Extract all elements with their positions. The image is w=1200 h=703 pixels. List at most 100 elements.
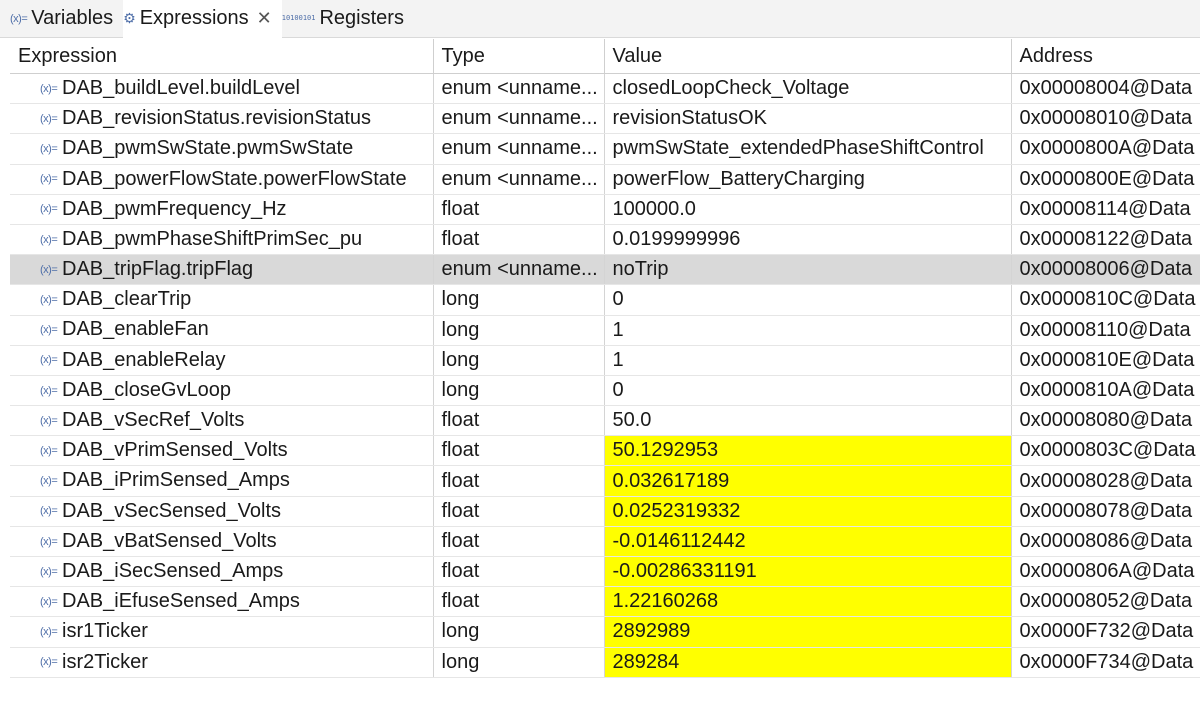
table-row[interactable]: (x)= DAB_vSecSensed_Volts float 0.025231933… <box>10 496 1200 527</box>
table-row[interactable]: (x)= DAB_pwmPhaseShiftPrimSec_pu float 0.01… <box>10 224 1200 256</box>
expression-cell[interactable]: (x)= DAB_vSecRef_Volts <box>10 405 434 437</box>
variable-icon: (x)= <box>40 384 58 397</box>
expression-cell[interactable]: (x)= DAB_pwmSwState.pwmSwState <box>10 133 434 165</box>
variable-icon: (x)= <box>40 143 58 156</box>
value-cell[interactable]: 50.0 <box>604 405 1012 437</box>
tab-label: Expressions <box>139 6 249 29</box>
expression-cell[interactable]: (x)= DAB_powerFlowState.powerFlowState <box>10 164 434 195</box>
table-row[interactable]: (x)= DAB_vPrimSensed_Volts float 50.1292953… <box>10 435 1200 467</box>
column-header-type[interactable]: Type <box>433 39 605 74</box>
value-cell[interactable]: 0.0199999996 <box>604 224 1012 256</box>
value-cell[interactable]: powerFlow_BatteryCharging <box>604 164 1012 195</box>
type-cell: enum <unname... <box>433 73 605 105</box>
expression-cell[interactable]: (x)= DAB_vSecSensed_Volts <box>10 496 434 527</box>
expression-cell[interactable]: (x)= DAB_tripFlag.tripFlag <box>10 254 434 286</box>
value-cell[interactable]: 0.0252319332 <box>604 496 1012 527</box>
value-cell[interactable]: revisionStatusOK <box>604 103 1012 135</box>
variable-icon: (x)= <box>40 444 58 457</box>
variable-icon: (x)= <box>40 294 58 307</box>
expression-cell[interactable]: (x)= DAB_iSecSensed_Amps <box>10 556 434 588</box>
address-cell: 0x0000803C@Data <box>1011 435 1200 467</box>
type-cell: long <box>433 315 605 346</box>
tab-expressions[interactable]: ⚙ Expressions ✕ <box>123 0 282 38</box>
value-cell[interactable]: 1.22160268 <box>604 586 1012 618</box>
value-cell[interactable]: 0 <box>604 375 1012 407</box>
value-cell[interactable]: 289284 <box>604 647 1012 678</box>
column-header-value[interactable]: Value <box>604 39 1012 74</box>
type-cell: enum <unname... <box>433 254 605 286</box>
table-row[interactable]: (x)= DAB_tripFlag.tripFlag enum <unname...… <box>10 254 1200 286</box>
expression-name: DAB_vPrimSensed_Volts <box>62 439 288 462</box>
expression-name: DAB_iEfuseSensed_Amps <box>62 590 300 613</box>
column-header-address[interactable]: Address <box>1011 39 1200 74</box>
value-cell[interactable]: 0 <box>604 284 1012 316</box>
table-row[interactable]: (x)= DAB_pwmFrequency_Hz float 100000.0 0x00… <box>10 194 1200 225</box>
expression-cell[interactable]: (x)= isr1Ticker <box>10 616 434 648</box>
expression-name: DAB_powerFlowState.powerFlowState <box>62 167 407 190</box>
table-row[interactable]: (x)= isr2Ticker long 289284 0x0000F734@Data <box>10 647 1200 678</box>
table-row[interactable]: (x)= DAB_iEfuseSensed_Amps float 1.22160268… <box>10 586 1200 618</box>
expression-cell[interactable]: (x)= DAB_vBatSensed_Volts <box>10 526 434 558</box>
type-cell: float <box>433 435 605 467</box>
value-cell[interactable]: 1 <box>604 345 1012 376</box>
value-cell[interactable]: 1 <box>604 315 1012 346</box>
variable-icon: (x)= <box>40 535 58 548</box>
value-cell[interactable]: -0.0146112442 <box>604 526 1012 558</box>
expression-cell[interactable]: (x)= DAB_enableFan <box>10 315 434 346</box>
value-cell[interactable]: noTrip <box>604 254 1012 286</box>
expression-name: DAB_enableFan <box>62 318 209 341</box>
expression-cell[interactable]: (x)= DAB_closeGvLoop <box>10 375 434 407</box>
expression-name: DAB_pwmSwState.pwmSwState <box>62 137 354 160</box>
tab-registers[interactable]: 10100101 Registers <box>282 0 414 37</box>
close-icon[interactable]: ✕ <box>257 8 272 29</box>
expression-cell[interactable]: (x)= DAB_pwmFrequency_Hz <box>10 194 434 225</box>
variable-icon: (x)= <box>40 263 58 276</box>
table-row[interactable]: (x)= DAB_vBatSensed_Volts float -0.01461124… <box>10 526 1200 558</box>
variable-icon: (x)= <box>40 595 58 608</box>
expression-name: DAB_revisionStatus.revisionStatus <box>62 107 372 130</box>
table-row[interactable]: (x)= DAB_iSecSensed_Amps float -0.002863311… <box>10 556 1200 588</box>
table-row[interactable]: (x)= DAB_buildLevel.buildLevel enum <unnam… <box>10 73 1200 105</box>
value-cell[interactable]: 2892989 <box>604 616 1012 648</box>
expression-cell[interactable]: (x)= DAB_enableRelay <box>10 345 434 376</box>
address-cell: 0x00008086@Data <box>1011 526 1200 558</box>
expression-cell[interactable]: (x)= DAB_vPrimSensed_Volts <box>10 435 434 467</box>
tab-variables[interactable]: (x)= Variables <box>10 0 123 37</box>
expression-cell[interactable]: (x)= DAB_pwmPhaseShiftPrimSec_pu <box>10 224 434 256</box>
expression-name: DAB_enableRelay <box>62 348 226 371</box>
table-row[interactable]: (x)= DAB_revisionStatus.revisionStatus enu… <box>10 103 1200 135</box>
table-row[interactable]: (x)= DAB_clearTrip long 0 0x0000810C@Data <box>10 284 1200 316</box>
table-row[interactable]: (x)= DAB_powerFlowState.powerFlowState enu… <box>10 164 1200 195</box>
value-cell[interactable]: 50.1292953 <box>604 435 1012 467</box>
expression-name: DAB_pwmPhaseShiftPrimSec_pu <box>62 228 363 251</box>
value-cell[interactable]: -0.00286331191 <box>604 556 1012 588</box>
expressions-table-container: Expression Type Value Address (x)= DAB_bu… <box>10 39 1200 678</box>
table-row[interactable]: (x)= DAB_vSecRef_Volts float 50.0 0x00008080… <box>10 405 1200 437</box>
table-row[interactable]: (x)= DAB_iPrimSensed_Amps float 0.032617189… <box>10 465 1200 497</box>
table-row[interactable]: (x)= DAB_enableRelay long 1 0x0000810E@Data <box>10 345 1200 376</box>
expression-cell[interactable]: (x)= DAB_clearTrip <box>10 284 434 316</box>
address-cell: 0x0000800A@Data <box>1011 133 1200 165</box>
expression-cell[interactable]: (x)= DAB_buildLevel.buildLevel <box>10 73 434 105</box>
table-row[interactable]: (x)= DAB_enableFan long 1 0x00008110@Data <box>10 315 1200 346</box>
value-cell[interactable]: 0.032617189 <box>604 465 1012 497</box>
expression-cell[interactable]: (x)= isr2Ticker <box>10 647 434 678</box>
value-cell[interactable]: closedLoopCheck_Voltage <box>604 73 1012 105</box>
expression-cell[interactable]: (x)= DAB_iPrimSensed_Amps <box>10 465 434 497</box>
type-cell: enum <unname... <box>433 103 605 135</box>
table-row[interactable]: (x)= isr1Ticker long 2892989 0x0000F732@Data <box>10 616 1200 648</box>
table-row[interactable]: (x)= DAB_closeGvLoop long 0 0x0000810A@Data <box>10 375 1200 407</box>
tab-label: Registers <box>319 7 404 29</box>
expression-name: DAB_buildLevel.buildLevel <box>62 77 300 100</box>
value-cell[interactable]: pwmSwState_extendedPhaseShiftControl <box>604 133 1012 165</box>
type-cell: long <box>433 375 605 407</box>
type-cell: float <box>433 526 605 558</box>
expression-cell[interactable]: (x)= DAB_revisionStatus.revisionStatus <box>10 103 434 135</box>
column-header-expression[interactable]: Expression <box>10 39 434 74</box>
expression-cell[interactable]: (x)= DAB_iEfuseSensed_Amps <box>10 586 434 618</box>
table-row[interactable]: (x)= DAB_pwmSwState.pwmSwState enum <unnam… <box>10 133 1200 165</box>
type-cell: float <box>433 586 605 618</box>
value-cell[interactable]: 100000.0 <box>604 194 1012 225</box>
expression-name: DAB_closeGvLoop <box>62 379 231 402</box>
address-cell: 0x00008122@Data <box>1011 224 1200 256</box>
